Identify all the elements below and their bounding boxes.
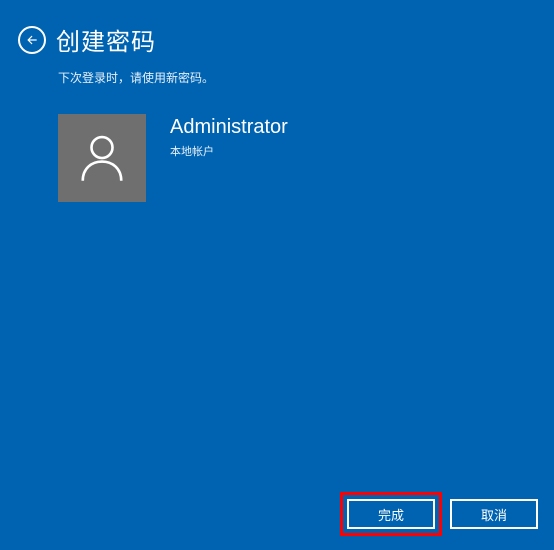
page-subtitle: 下次登录时，请使用新密码。	[58, 69, 554, 86]
account-name: Administrator	[170, 116, 288, 139]
account-block: Administrator 本地帐户	[58, 114, 554, 202]
user-avatar-icon	[74, 130, 130, 186]
finish-button[interactable]: 完成	[347, 499, 435, 529]
cancel-button[interactable]: 取消	[450, 499, 538, 529]
avatar	[58, 114, 146, 202]
back-button[interactable]	[18, 26, 46, 54]
back-arrow-icon	[25, 33, 39, 47]
highlight-box: 完成	[340, 492, 442, 536]
page-header: 创建密码	[0, 0, 554, 63]
page-title: 创建密码	[56, 22, 156, 57]
create-password-page: 创建密码 下次登录时，请使用新密码。 Administrator 本地帐户 完成…	[0, 0, 554, 550]
account-type: 本地帐户	[170, 143, 288, 159]
footer-buttons: 完成 取消	[340, 492, 538, 536]
account-text: Administrator 本地帐户	[170, 116, 288, 159]
